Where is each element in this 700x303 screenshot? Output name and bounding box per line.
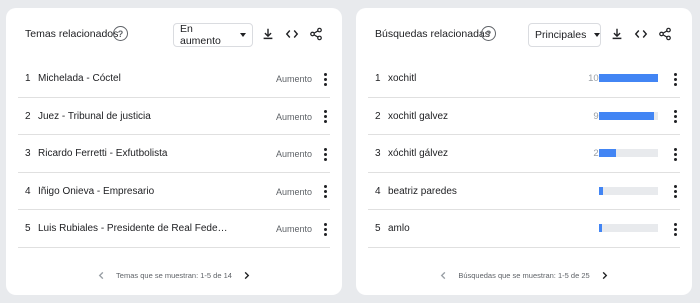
level-bar-fill	[599, 74, 658, 82]
level-bar	[599, 111, 658, 120]
filter-dropdown[interactable]: Principales	[528, 23, 601, 47]
download-icon[interactable]	[609, 26, 625, 42]
list-item[interactable]: 2 xochitl galvez 93	[368, 98, 680, 135]
row-rank: 5	[25, 223, 31, 234]
related-topics-card: Temas relacionados ? En aumento 1 Michel…	[6, 8, 342, 295]
more-vertical-icon[interactable]	[670, 184, 680, 200]
row-rank: 1	[375, 73, 381, 84]
row-label[interactable]: xochitl galvez	[388, 111, 568, 122]
more-vertical-icon[interactable]	[670, 146, 680, 162]
row-rank: 2	[25, 110, 31, 122]
caret-down-icon	[594, 33, 601, 37]
level-bar	[599, 74, 658, 82]
row-label[interactable]: xóchitl gálvez	[388, 148, 568, 159]
level-bar-fill	[599, 149, 616, 157]
card-title: Búsquedas relacionadas	[375, 28, 490, 40]
level-bar-fill	[599, 186, 604, 195]
chevron-left-icon[interactable]	[94, 268, 108, 282]
list-item[interactable]: 2 Juez - Tribunal de justicia Aumento	[18, 98, 330, 135]
level-bar	[599, 149, 658, 157]
card-header: Temas relacionados ? En aumento	[6, 20, 342, 50]
row-rank: 2	[375, 110, 381, 122]
download-icon[interactable]	[260, 26, 276, 42]
more-vertical-icon[interactable]	[320, 221, 330, 237]
code-embed-icon[interactable]	[633, 26, 649, 42]
level-bar	[599, 224, 658, 232]
card-header: Búsquedas relacionadas ? Principales	[356, 20, 692, 50]
row-rank: 3	[25, 148, 31, 159]
list-item[interactable]: 1 Michelada - Cóctel Aumento	[18, 60, 330, 98]
row-rank: 4	[25, 185, 31, 197]
card-title: Temas relacionados	[25, 28, 119, 40]
list-item[interactable]: 5 amlo 5	[368, 210, 680, 248]
row-label[interactable]: beatriz paredes	[388, 186, 568, 197]
more-vertical-icon[interactable]	[670, 71, 680, 87]
share-icon[interactable]	[308, 26, 324, 42]
row-rank: 3	[375, 148, 381, 159]
row-label[interactable]: Juez - Tribunal de justicia	[38, 111, 228, 122]
pagination: Búsquedas que se muestran: 1-5 de 25	[356, 268, 692, 282]
more-vertical-icon[interactable]	[670, 109, 680, 125]
help-icon[interactable]: ?	[113, 26, 128, 41]
filter-selected-value: En aumento	[180, 23, 221, 47]
level-bar	[599, 186, 658, 195]
chevron-right-icon[interactable]	[240, 268, 254, 282]
list-item[interactable]: 4 Íñigo Onieva - Empresario Aumento	[18, 173, 330, 210]
row-value: Aumento	[275, 186, 312, 197]
pagination: Temas que se muestran: 1-5 de 14	[6, 268, 342, 282]
row-rank: 5	[375, 223, 381, 234]
more-vertical-icon[interactable]	[320, 146, 330, 162]
row-label[interactable]: Íñigo Onieva - Empresario	[38, 186, 228, 197]
filter-dropdown[interactable]: En aumento	[173, 23, 253, 47]
more-vertical-icon[interactable]	[320, 109, 330, 125]
chevron-right-icon[interactable]	[598, 268, 612, 282]
more-vertical-icon[interactable]	[320, 71, 330, 87]
share-icon[interactable]	[657, 26, 673, 42]
row-label[interactable]: xochitl	[388, 73, 568, 84]
caret-down-icon	[240, 33, 246, 37]
more-vertical-icon[interactable]	[670, 221, 680, 237]
level-bar-fill	[599, 224, 602, 232]
list-item[interactable]: 3 Ricardo Ferretti - Exfutbolista Aument…	[18, 135, 330, 173]
filter-selected-value: Principales	[535, 29, 587, 41]
row-label[interactable]: Michelada - Cóctel	[38, 73, 228, 84]
level-bar-fill	[599, 111, 654, 120]
topics-list: 1 Michelada - Cóctel Aumento 2 Juez - Tr…	[6, 60, 342, 248]
row-label[interactable]: amlo	[388, 223, 568, 234]
related-queries-card: Búsquedas relacionadas ? Principales 1 x…	[356, 8, 692, 295]
list-item[interactable]: 4 beatriz paredes 7	[368, 173, 680, 210]
row-value: Aumento	[275, 111, 312, 122]
row-rank: 1	[25, 73, 31, 84]
code-embed-icon[interactable]	[284, 26, 300, 42]
row-value: Aumento	[275, 74, 312, 84]
queries-list: 1 xochitl 100 2 xochitl galvez 93 3 xóch…	[356, 60, 692, 248]
list-item[interactable]: 3 xóchitl gálvez 28	[368, 135, 680, 173]
list-item[interactable]: 1 xochitl 100	[368, 60, 680, 98]
row-label[interactable]: Ricardo Ferretti - Exfutbolista	[38, 148, 228, 159]
row-value: Aumento	[275, 224, 312, 234]
list-item[interactable]: 5 Luis Rubiales - Presidente de Real Fed…	[18, 210, 330, 248]
row-rank: 4	[375, 185, 381, 197]
pagination-label: Búsquedas que se muestran: 1-5 de 25	[458, 270, 590, 280]
row-value: Aumento	[275, 149, 312, 159]
more-vertical-icon[interactable]	[320, 184, 330, 200]
pagination-label: Temas que se muestran: 1-5 de 14	[116, 270, 232, 280]
chevron-left-icon[interactable]	[436, 268, 450, 282]
row-label[interactable]: Luis Rubiales - Presidente de Real Feder…	[38, 223, 228, 234]
help-icon[interactable]: ?	[481, 26, 496, 41]
